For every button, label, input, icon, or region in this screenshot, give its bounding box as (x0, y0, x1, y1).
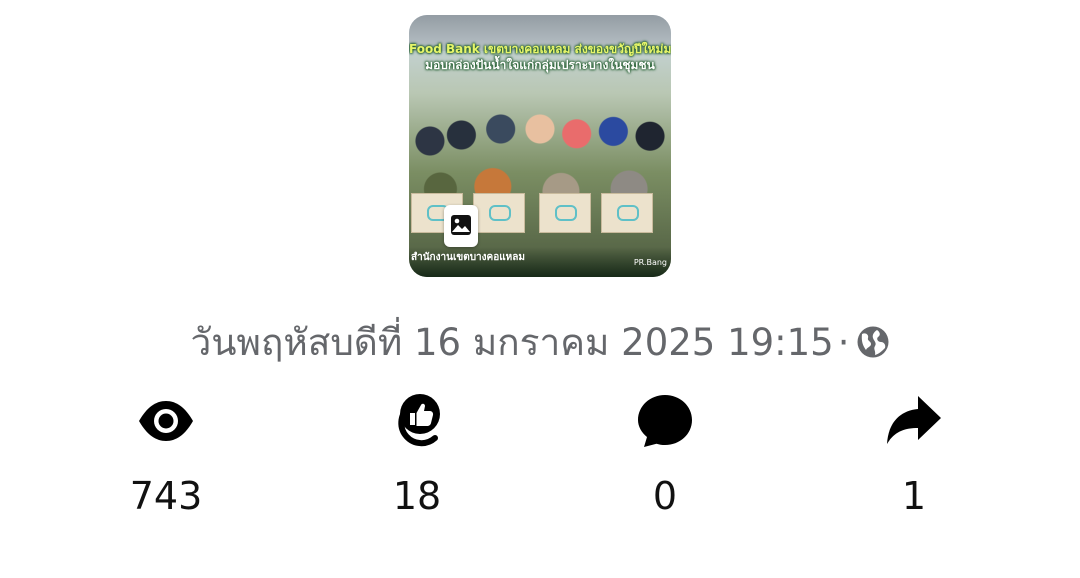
thumbnail-footer-right: PR.Bang (633, 258, 667, 267)
banner-line-1: Food Bank เขตบางคอแหลม ส่งของขวัญปีใหม่ม… (409, 42, 671, 56)
shares-count: 1 (901, 474, 927, 518)
comments-count: 0 (652, 474, 678, 518)
photo-icon (444, 205, 478, 247)
gift-box (601, 193, 653, 233)
gift-box (539, 193, 591, 233)
likes-stat[interactable]: 18 (337, 392, 497, 518)
separator-dot: · (837, 321, 850, 364)
likes-count: 18 (392, 474, 442, 518)
thumbnail-banner: Food Bank เขตบางคอแหลม ส่งของขวัญปีใหม่ม… (409, 41, 671, 73)
post-date: วันพฤหัสบดีที่ 16 มกราคม 2025 19:15 (190, 321, 834, 364)
eye-icon (139, 401, 193, 441)
comments-stat[interactable]: 0 (585, 392, 745, 518)
post-image-thumbnail[interactable]: Food Bank เขตบางคอแหลม ส่งของขวัญปีใหม่ม… (409, 15, 671, 277)
like-icon (398, 394, 440, 447)
post-detail-view: Food Bank เขตบางคอแหลม ส่งของขวัญปีใหม่ม… (0, 0, 1080, 578)
views-stat[interactable]: 743 (86, 392, 246, 518)
shares-stat[interactable]: 1 (834, 392, 994, 518)
gift-box (473, 193, 525, 233)
comment-icon (638, 395, 692, 447)
globe-icon[interactable] (856, 325, 890, 359)
banner-line-2: มอบกล่องปันน้ำใจแก่กลุ่มเปราะบางในชุมชน (425, 58, 655, 72)
share-icon (887, 396, 941, 444)
views-count: 743 (129, 474, 203, 518)
post-timestamp-row: วันพฤหัสบดีที่ 16 มกราคม 2025 19:15 · (0, 318, 1080, 368)
thumbnail-footer-left: สำนักงานเขตบางคอแหลม (411, 252, 525, 263)
thumbnail-footer: สำนักงานเขตบางคอแหลม PR.Bang (409, 247, 671, 277)
